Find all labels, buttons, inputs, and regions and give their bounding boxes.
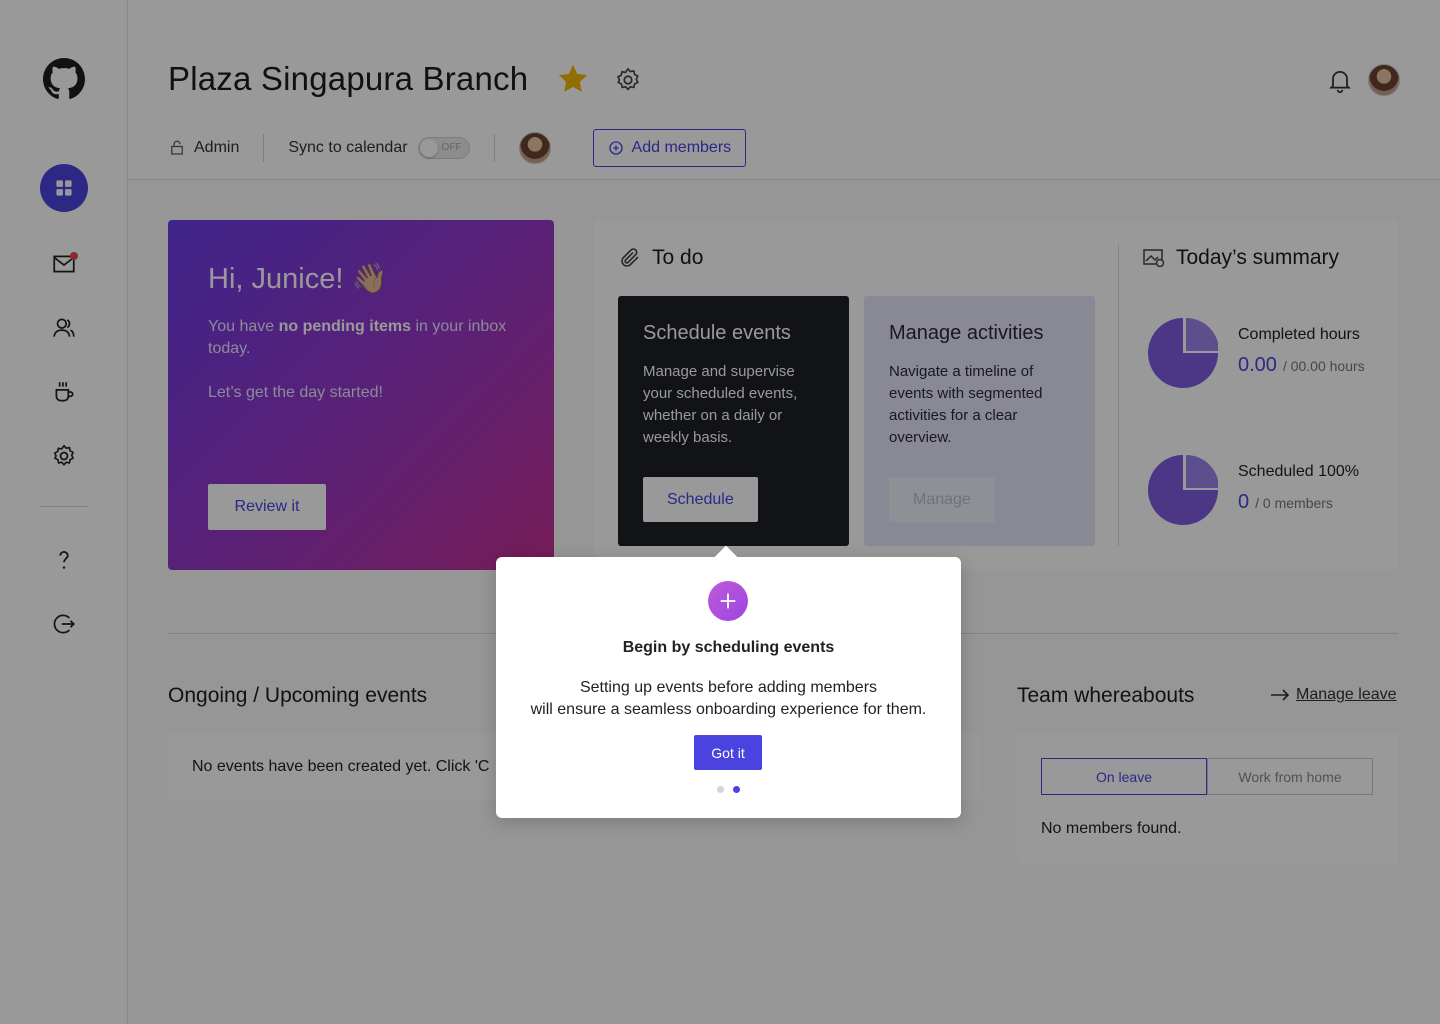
got-it-button[interactable]: Got it <box>694 735 762 770</box>
tooltip-body: Setting up events before adding members … <box>530 679 927 718</box>
plus-glyph-icon <box>720 593 736 609</box>
tooltip-title: Begin by scheduling events <box>622 639 835 656</box>
plus-icon <box>708 581 748 621</box>
modal-overlay <box>0 0 1440 1024</box>
step-dot-active[interactable] <box>733 786 740 793</box>
onboarding-tooltip: Begin by scheduling events Setting up ev… <box>496 545 961 818</box>
step-indicator <box>496 786 961 793</box>
step-dot[interactable] <box>717 786 724 793</box>
